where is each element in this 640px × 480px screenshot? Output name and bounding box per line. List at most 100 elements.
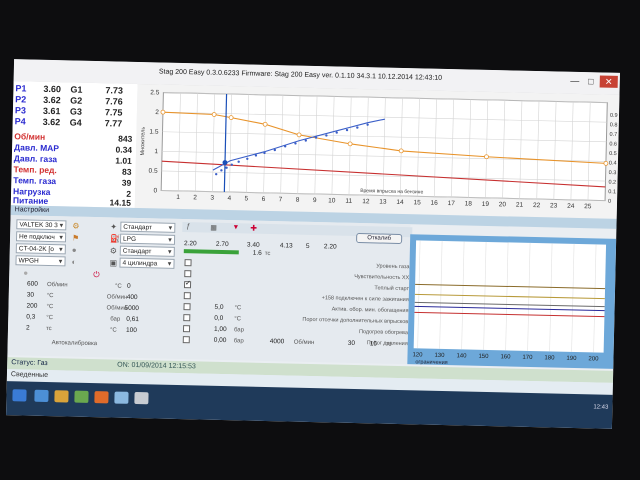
unit-label: Об/мин <box>106 305 128 312</box>
unit-label: Об/мин <box>46 281 68 289</box>
unit-label: °C <box>109 327 117 334</box>
x-tick-label: 13 <box>379 198 387 205</box>
gas-injector-value: 7.75 <box>104 107 123 118</box>
maximize-button[interactable]: □ <box>584 75 598 87</box>
fuel-icon: ⛽ <box>109 234 121 244</box>
options-labels: Уровень газа Чувствительность ХХ Теплый … <box>208 256 410 353</box>
multiplier-chart[interactable]: 1 2 3 4 5 6 7 8 9 10 11 12 13 14 15 16 17 18 19 20 21 22 23 24 2… <box>134 83 620 219</box>
minimize-button[interactable]: — <box>568 75 582 87</box>
autocalibration-label: Автокалибровка <box>51 340 98 348</box>
injection-mode-select[interactable]: Стандарт ▼ <box>120 221 176 233</box>
series-point <box>211 112 217 117</box>
x-tick-label: 18 <box>465 200 473 207</box>
option-checkbox[interactable] <box>182 325 191 333</box>
metric-value: 14.15 <box>109 197 131 208</box>
injector-value: 3.60 <box>43 83 62 95</box>
clock: 12:43 <box>593 404 609 411</box>
folder-icon[interactable] <box>54 390 69 403</box>
y2-tick-label: 0.8 <box>610 122 618 128</box>
x-tick-label: 9 <box>313 197 317 204</box>
settings-tab[interactable]: Настройки <box>15 206 49 214</box>
injector-value: 3.61 <box>42 105 61 117</box>
reducer-select[interactable]: VALTEK 30 3 ▼ <box>16 219 67 231</box>
ie-icon[interactable] <box>34 389 49 403</box>
x-tick-label: 7 <box>279 196 283 203</box>
y-tick-label: 0 <box>153 187 157 194</box>
metric-label: Темп. ред. <box>13 164 57 176</box>
x-tick-label: 15 <box>413 199 421 206</box>
param-value[interactable]: 30 <box>27 292 34 299</box>
param-value[interactable]: 0 <box>127 283 131 290</box>
calibrate-button[interactable]: Откалиб <box>356 232 403 245</box>
fuel-type-select[interactable]: LPG ▼ <box>119 233 176 245</box>
trend-chart[interactable]: 120 130 140 150 160 170 180 190 200 ограничения <box>407 234 617 369</box>
x-tick-label: 170 <box>522 355 533 361</box>
param-value[interactable]: 100 <box>126 327 137 334</box>
ignition-type-select[interactable]: Стандарт ▼ <box>119 245 175 257</box>
start-icon[interactable] <box>12 389 27 402</box>
add-icon[interactable]: ✚ <box>250 224 257 233</box>
select-value: CT-04-2K [o <box>18 245 54 254</box>
option-checkbox[interactable] <box>184 270 192 278</box>
edit-icon[interactable]: ƒ <box>186 223 190 230</box>
option-checkbox[interactable] <box>183 314 191 322</box>
reducer-icon: ⚙ <box>72 221 80 231</box>
grid-icon[interactable]: ▦ <box>210 224 217 232</box>
metric-voltage: Питание 14.15 <box>13 195 131 208</box>
sensor-icon: ● <box>71 245 77 255</box>
x-tick-label: 11 <box>345 198 352 205</box>
injector-label: P2 <box>15 94 27 105</box>
unit-label: °C <box>114 283 122 290</box>
app-icon[interactable] <box>114 391 129 404</box>
engine-icon: ⚙ <box>109 246 118 256</box>
gauge-icon: ◐ <box>71 257 77 267</box>
arrow-down-icon[interactable]: ▼ <box>232 224 239 231</box>
param-value[interactable]: 400 <box>127 294 138 301</box>
chevron-down-icon: ▼ <box>166 261 173 268</box>
y2-tick-label: 0.5 <box>609 151 617 157</box>
chevron-down-icon: ▼ <box>57 259 64 266</box>
param-value[interactable]: 600 <box>27 281 38 288</box>
param-value[interactable]: 2 <box>26 325 30 332</box>
y2-tick-label: 0.4 <box>609 160 617 166</box>
x-tick-label: 4 <box>227 195 231 202</box>
injection-time-value: 2.70 <box>215 240 229 249</box>
param-value[interactable]: 0,3 <box>26 314 35 321</box>
param-value[interactable]: 0,61 <box>126 316 139 323</box>
valve-icon: ⚑ <box>71 233 80 243</box>
window-title: Stag 200 Easy 0.3.0.6233 Firmware: Stag … <box>158 68 443 82</box>
gas-injector-label: G1 <box>70 84 83 95</box>
temp-sensor-select[interactable]: CT-04-2K [o ▼ <box>15 243 66 255</box>
metric-rpm: Об/мин 843 <box>14 131 132 144</box>
y2-tick-label: 0.2 <box>608 180 616 186</box>
trend-footer: ограничения <box>415 359 447 366</box>
cylinders-select[interactable]: 4 цилиндра ▼ <box>119 257 175 269</box>
close-button[interactable]: ✕ <box>599 75 618 88</box>
summary-label[interactable]: Сведенные <box>11 371 48 379</box>
x-tick-label: 2 <box>193 194 197 201</box>
app-icon[interactable] <box>74 390 89 403</box>
option-checkbox[interactable] <box>183 292 191 300</box>
app-icon[interactable] <box>134 391 149 405</box>
param-value[interactable]: 200 <box>26 303 37 310</box>
firefox-icon[interactable] <box>94 391 109 404</box>
progress-bar <box>183 249 239 255</box>
pressure-sensor-select[interactable]: WPGH ▼ <box>15 255 66 267</box>
option-checkbox[interactable] <box>184 259 192 267</box>
option-checkbox[interactable] <box>183 281 192 289</box>
injector-label: P1 <box>15 83 27 94</box>
option-checkbox[interactable] <box>182 336 190 344</box>
metric-label: Об/мин <box>14 131 46 142</box>
map-sensor-select[interactable]: Не подключ ▼ <box>15 231 67 243</box>
gas-injector-label: G2 <box>70 95 83 106</box>
injector-row: P3 3.61 G3 7.75 <box>15 105 123 117</box>
gas-icon: ● <box>23 268 29 278</box>
option-label: Актив. обор. мин. обогащения <box>331 306 409 315</box>
series-point <box>484 154 489 160</box>
select-value: LPG <box>122 235 137 243</box>
injector-row: P1 3.60 G1 7.73 <box>15 83 123 95</box>
x-tick-label: 140 <box>456 353 467 359</box>
option-checkbox[interactable] <box>183 303 191 311</box>
metric-value: 1.01 <box>115 155 132 166</box>
x-tick-label: 10 <box>328 197 336 204</box>
